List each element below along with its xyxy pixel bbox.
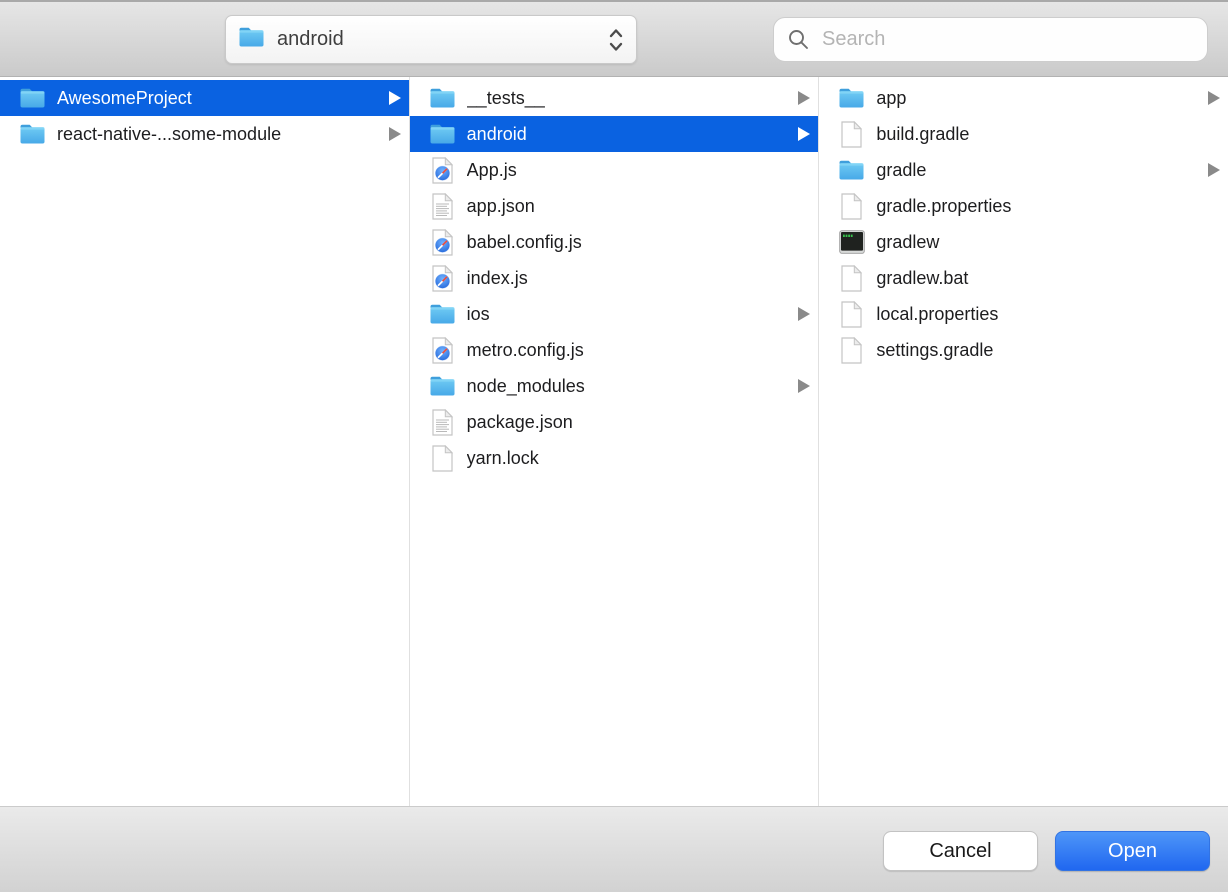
file-row[interactable]: app xyxy=(819,80,1228,116)
text-document-icon xyxy=(429,192,456,220)
file-row[interactable]: gradlew.bat xyxy=(819,260,1228,296)
file-row[interactable]: App.js xyxy=(410,152,819,188)
disclosure-arrow-icon xyxy=(1208,91,1220,105)
folder-icon xyxy=(19,120,46,148)
folder-icon xyxy=(838,156,865,184)
file-row[interactable]: package.json xyxy=(410,404,819,440)
file-row[interactable]: local.properties xyxy=(819,296,1228,332)
disclosure-arrow-icon xyxy=(798,91,810,105)
file-row[interactable]: build.gradle xyxy=(819,116,1228,152)
folder-icon xyxy=(838,84,865,112)
js-file-icon xyxy=(429,156,456,184)
blank-document-icon xyxy=(838,192,865,220)
file-name: yarn.lock xyxy=(467,448,811,469)
file-name: App.js xyxy=(467,160,811,181)
file-row[interactable]: AwesomeProject xyxy=(0,80,409,116)
file-name: app.json xyxy=(467,196,811,217)
disclosure-arrow-icon xyxy=(798,127,810,141)
column-browser: AwesomeProject react-native-...some-modul… xyxy=(0,77,1228,806)
folder-icon xyxy=(429,372,456,400)
location-dropdown[interactable]: android xyxy=(225,15,637,64)
file-name: gradle xyxy=(876,160,1200,181)
folder-icon xyxy=(429,120,456,148)
file-name: android xyxy=(467,124,791,145)
column-1: AwesomeProject react-native-...some-modul… xyxy=(0,77,410,806)
file-name: AwesomeProject xyxy=(57,88,381,109)
file-row[interactable]: index.js xyxy=(410,260,819,296)
file-row[interactable]: ios xyxy=(410,296,819,332)
file-name: gradlew.bat xyxy=(876,268,1220,289)
file-row[interactable]: gradle.properties xyxy=(819,188,1228,224)
cancel-button[interactable]: Cancel xyxy=(883,831,1038,871)
disclosure-arrow-icon xyxy=(389,127,401,141)
file-name: settings.gradle xyxy=(876,340,1220,361)
dialog-toolbar: android xyxy=(0,0,1228,77)
file-name: app xyxy=(876,88,1200,109)
blank-document-icon xyxy=(838,300,865,328)
file-name: package.json xyxy=(467,412,811,433)
column-2: __tests__android App.js app.json babel.conf… xyxy=(410,77,820,806)
file-row[interactable]: metro.config.js xyxy=(410,332,819,368)
js-file-icon xyxy=(429,264,456,292)
folder-icon xyxy=(429,300,456,328)
folder-icon xyxy=(238,26,265,53)
file-name: node_modules xyxy=(467,376,791,397)
file-name: react-native-...some-module xyxy=(57,124,381,145)
blank-document-icon xyxy=(838,120,865,148)
js-file-icon xyxy=(429,336,456,364)
terminal-executable-icon xyxy=(838,228,865,256)
file-name: gradle.properties xyxy=(876,196,1220,217)
file-row[interactable]: gradlew xyxy=(819,224,1228,260)
file-name: build.gradle xyxy=(876,124,1220,145)
dialog-footer: Cancel Open xyxy=(0,806,1228,892)
blank-document-icon xyxy=(838,264,865,292)
file-name: index.js xyxy=(467,268,811,289)
file-row[interactable]: app.json xyxy=(410,188,819,224)
file-row[interactable]: yarn.lock xyxy=(410,440,819,476)
file-row[interactable]: __tests__ xyxy=(410,80,819,116)
disclosure-arrow-icon xyxy=(798,379,810,393)
file-row[interactable]: settings.gradle xyxy=(819,332,1228,368)
file-name: metro.config.js xyxy=(467,340,811,361)
search-icon xyxy=(787,28,810,51)
chevron-up-down-icon xyxy=(608,26,624,54)
blank-document-icon xyxy=(838,336,865,364)
file-row[interactable]: node_modules xyxy=(410,368,819,404)
location-dropdown-value: android xyxy=(277,28,344,51)
open-file-dialog: android AwesomeProject react-native-...so… xyxy=(0,0,1228,892)
file-row[interactable]: react-native-...some-module xyxy=(0,116,409,152)
folder-icon xyxy=(429,84,456,112)
file-name: local.properties xyxy=(876,304,1220,325)
file-row[interactable]: babel.config.js xyxy=(410,224,819,260)
disclosure-arrow-icon xyxy=(1208,163,1220,177)
file-row[interactable]: android xyxy=(410,116,819,152)
file-name: __tests__ xyxy=(467,88,791,109)
text-document-icon xyxy=(429,408,456,436)
folder-icon xyxy=(19,84,46,112)
disclosure-arrow-icon xyxy=(389,91,401,105)
file-row[interactable]: gradle xyxy=(819,152,1228,188)
file-name: babel.config.js xyxy=(467,232,811,253)
search-field[interactable] xyxy=(773,17,1208,62)
blank-document-icon xyxy=(429,444,456,472)
column-3: app build.gradle gradle gradle.properties gr… xyxy=(819,77,1228,806)
open-button[interactable]: Open xyxy=(1055,831,1210,871)
file-name: gradlew xyxy=(876,232,1220,253)
file-name: ios xyxy=(467,304,791,325)
search-input[interactable] xyxy=(820,27,1194,52)
disclosure-arrow-icon xyxy=(798,307,810,321)
js-file-icon xyxy=(429,228,456,256)
